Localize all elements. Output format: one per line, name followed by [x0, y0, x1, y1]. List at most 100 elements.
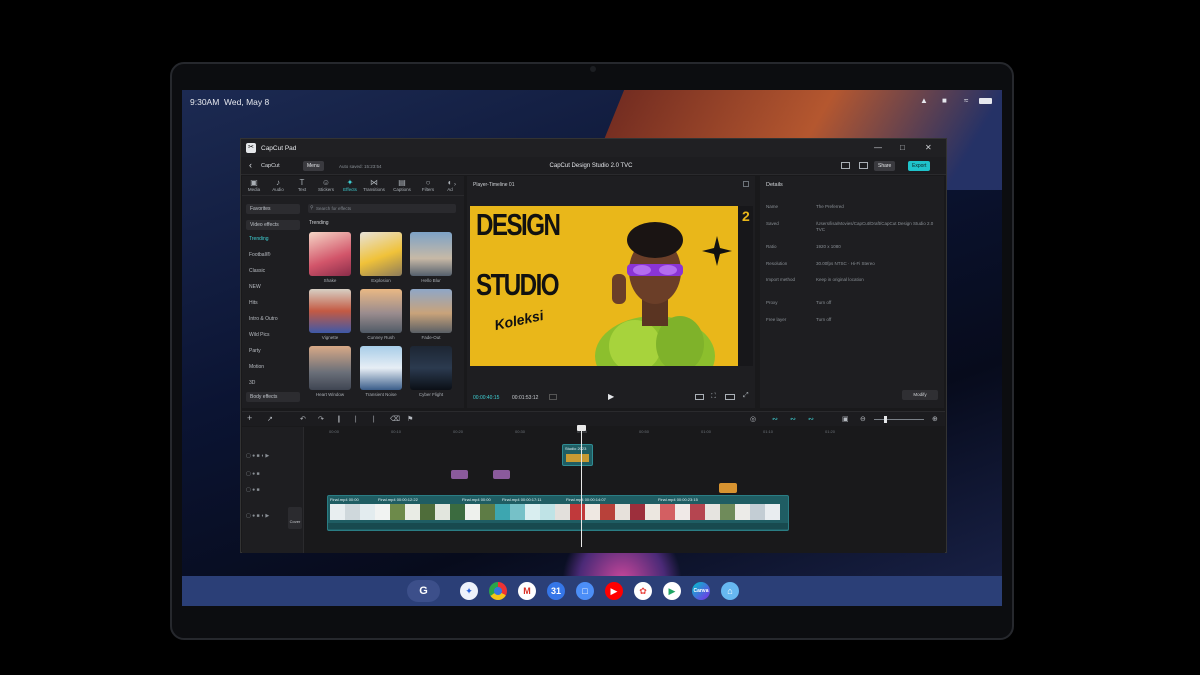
clip-label: Final.mp4 00:00: [462, 497, 491, 502]
effect-thumbnail-cyber-flight[interactable]: [410, 346, 452, 390]
sticker-clip[interactable]: [719, 483, 737, 493]
effect-track-header[interactable]: ▢ ● ■: [246, 471, 260, 477]
sticker-track-header[interactable]: ▢ ● ■: [246, 487, 260, 493]
canva-app-icon[interactable]: Canva: [692, 582, 710, 600]
zoom-in-icon[interactable]: ⊕: [932, 415, 938, 423]
calendar-app-icon[interactable]: 31: [547, 582, 565, 600]
category-item[interactable]: Football®: [249, 252, 270, 258]
tab-stickers[interactable]: ☺ Stickers: [314, 178, 338, 192]
screen-record-icon[interactable]: ▲: [920, 96, 930, 105]
category-favorites[interactable]: Favorites: [246, 204, 300, 214]
close-icon[interactable]: ✕: [925, 143, 932, 152]
effect-thumbnail-fade-out[interactable]: [410, 289, 452, 333]
effect-thumbnail-vignette[interactable]: [309, 289, 351, 333]
ratio-icon[interactable]: [695, 394, 704, 400]
share-button[interactable]: Share: [874, 161, 896, 171]
battery-icon[interactable]: [979, 98, 992, 104]
effects-search-input[interactable]: Search for effects: [308, 204, 456, 213]
cover-button[interactable]: Cover: [288, 507, 302, 529]
zoom-slider-handle[interactable]: [884, 416, 887, 423]
chrome-app-icon[interactable]: [489, 582, 507, 600]
effect-thumbnail-transient-noise[interactable]: [360, 346, 402, 390]
tab-adjust[interactable]: ◐ Ad: [438, 178, 462, 192]
project-title: CapCut Design Studio 2.0 TVC: [549, 163, 633, 169]
layout-icon[interactable]: [841, 162, 850, 169]
select-tool-icon[interactable]: ↗: [267, 415, 273, 423]
preview-axis-icon[interactable]: ▣: [842, 415, 849, 423]
back-icon[interactable]: ‹: [249, 160, 252, 170]
modify-button[interactable]: Modify: [902, 390, 938, 400]
youtube-app-icon[interactable]: ▶: [605, 582, 623, 600]
photos-app-icon[interactable]: ✿: [634, 582, 652, 600]
play-icon[interactable]: ▶: [608, 392, 614, 401]
effect-thumbnail-hello-blur[interactable]: [410, 232, 452, 276]
undo-icon[interactable]: ↶: [300, 415, 306, 423]
category-item[interactable]: Motion: [249, 364, 264, 370]
taskbar: G ✦ M 31 □ ▶ ✿ ▶ Canva ⌂: [182, 576, 1002, 606]
audio-effect-clip[interactable]: [451, 470, 468, 479]
effect-thumbnail-heart-window[interactable]: [309, 346, 351, 390]
timeline-toggle-icon[interactable]: [549, 394, 557, 400]
toolbar-more-icon[interactable]: ›: [454, 182, 456, 188]
zoom-out-icon[interactable]: ⊖: [860, 415, 866, 423]
split-left-icon[interactable]: ∣: [354, 415, 358, 423]
settings-app-icon[interactable]: ⌂: [721, 582, 739, 600]
files-app-icon[interactable]: □: [576, 582, 594, 600]
category-item[interactable]: Party: [249, 348, 261, 354]
text-clip[interactable]: Studio 2023: [562, 444, 593, 466]
gmail-app-icon[interactable]: M: [518, 582, 536, 600]
effect-thumbnail-shake[interactable]: [309, 232, 351, 276]
playhead[interactable]: [581, 425, 582, 547]
category-body-effects[interactable]: Body effects: [246, 392, 300, 402]
split-icon[interactable]: ❙: [336, 415, 342, 423]
play-store-app-icon[interactable]: ▶: [663, 582, 681, 600]
main-video-track[interactable]: Final.mp4 00:00 Final.mp4 00:00:12:22 Fi…: [327, 495, 789, 531]
wifi-icon[interactable]: ≈: [964, 96, 974, 105]
tab-filters[interactable]: ○ Filters: [416, 178, 440, 192]
launcher-button[interactable]: G: [407, 580, 440, 602]
audio-effect-clip[interactable]: [493, 470, 510, 479]
menu-button[interactable]: Menu: [303, 161, 324, 171]
tab-effects[interactable]: ✦ Effects: [338, 178, 362, 192]
category-item[interactable]: Classic: [249, 268, 265, 274]
microphone-icon[interactable]: ◎: [750, 415, 756, 423]
tab-audio[interactable]: ♪ Audio: [266, 178, 290, 192]
main-track-header[interactable]: ▢ ● ■ ◖ ▶: [246, 513, 269, 519]
fullscreen-icon[interactable]: ⤢: [743, 392, 749, 400]
text-track-header[interactable]: ▢ ● ■ ◖ ▶: [246, 453, 269, 459]
assistant-app-icon[interactable]: ✦: [460, 582, 478, 600]
category-item[interactable]: Trending: [249, 236, 269, 242]
redo-icon[interactable]: ↷: [318, 415, 324, 423]
delete-icon[interactable]: ⌫: [390, 415, 400, 423]
add-track-icon[interactable]: +: [247, 413, 252, 423]
minimize-icon[interactable]: —: [874, 143, 882, 152]
detail-value: Turn off: [816, 317, 832, 322]
main-track-magnet-icon[interactable]: ∾: [772, 415, 778, 423]
category-item[interactable]: Hits: [249, 300, 258, 306]
export-button[interactable]: Export: [908, 161, 931, 171]
tab-transitions[interactable]: ⋈ Transitions: [362, 178, 386, 192]
category-item[interactable]: Wild Pics: [249, 332, 270, 338]
tab-captions[interactable]: ▤ Captions: [390, 178, 414, 192]
auto-snap-icon[interactable]: ∾: [790, 415, 796, 423]
category-item[interactable]: 3D: [249, 380, 255, 386]
shortcut-icon[interactable]: [859, 162, 868, 169]
notification-icon[interactable]: ■: [942, 96, 952, 105]
effect-thumbnail-explosion[interactable]: [360, 232, 402, 276]
captions-icon: ▤: [398, 178, 406, 187]
video-preview[interactable]: DESIGN STUDIO Koleksi 2: [470, 206, 753, 366]
quality-icon[interactable]: [725, 394, 735, 400]
category-item[interactable]: NEW: [249, 284, 261, 290]
marker-icon[interactable]: ⚑: [407, 415, 413, 423]
split-right-icon[interactable]: ∣: [372, 415, 376, 423]
category-item[interactable]: Intro & Outro: [249, 316, 278, 322]
effect-thumbnail-cunney-rush[interactable]: [360, 289, 402, 333]
player-menu-icon[interactable]: [743, 181, 749, 187]
focus-icon[interactable]: ⛶: [711, 393, 716, 401]
linkage-icon[interactable]: ∾: [808, 415, 814, 423]
category-video-effects[interactable]: Video effects: [246, 220, 300, 230]
tab-text[interactable]: T Text: [290, 178, 314, 192]
tab-media[interactable]: ▣ Media: [242, 178, 266, 192]
zoom-slider[interactable]: [874, 419, 924, 420]
maximize-icon[interactable]: □: [900, 143, 905, 152]
